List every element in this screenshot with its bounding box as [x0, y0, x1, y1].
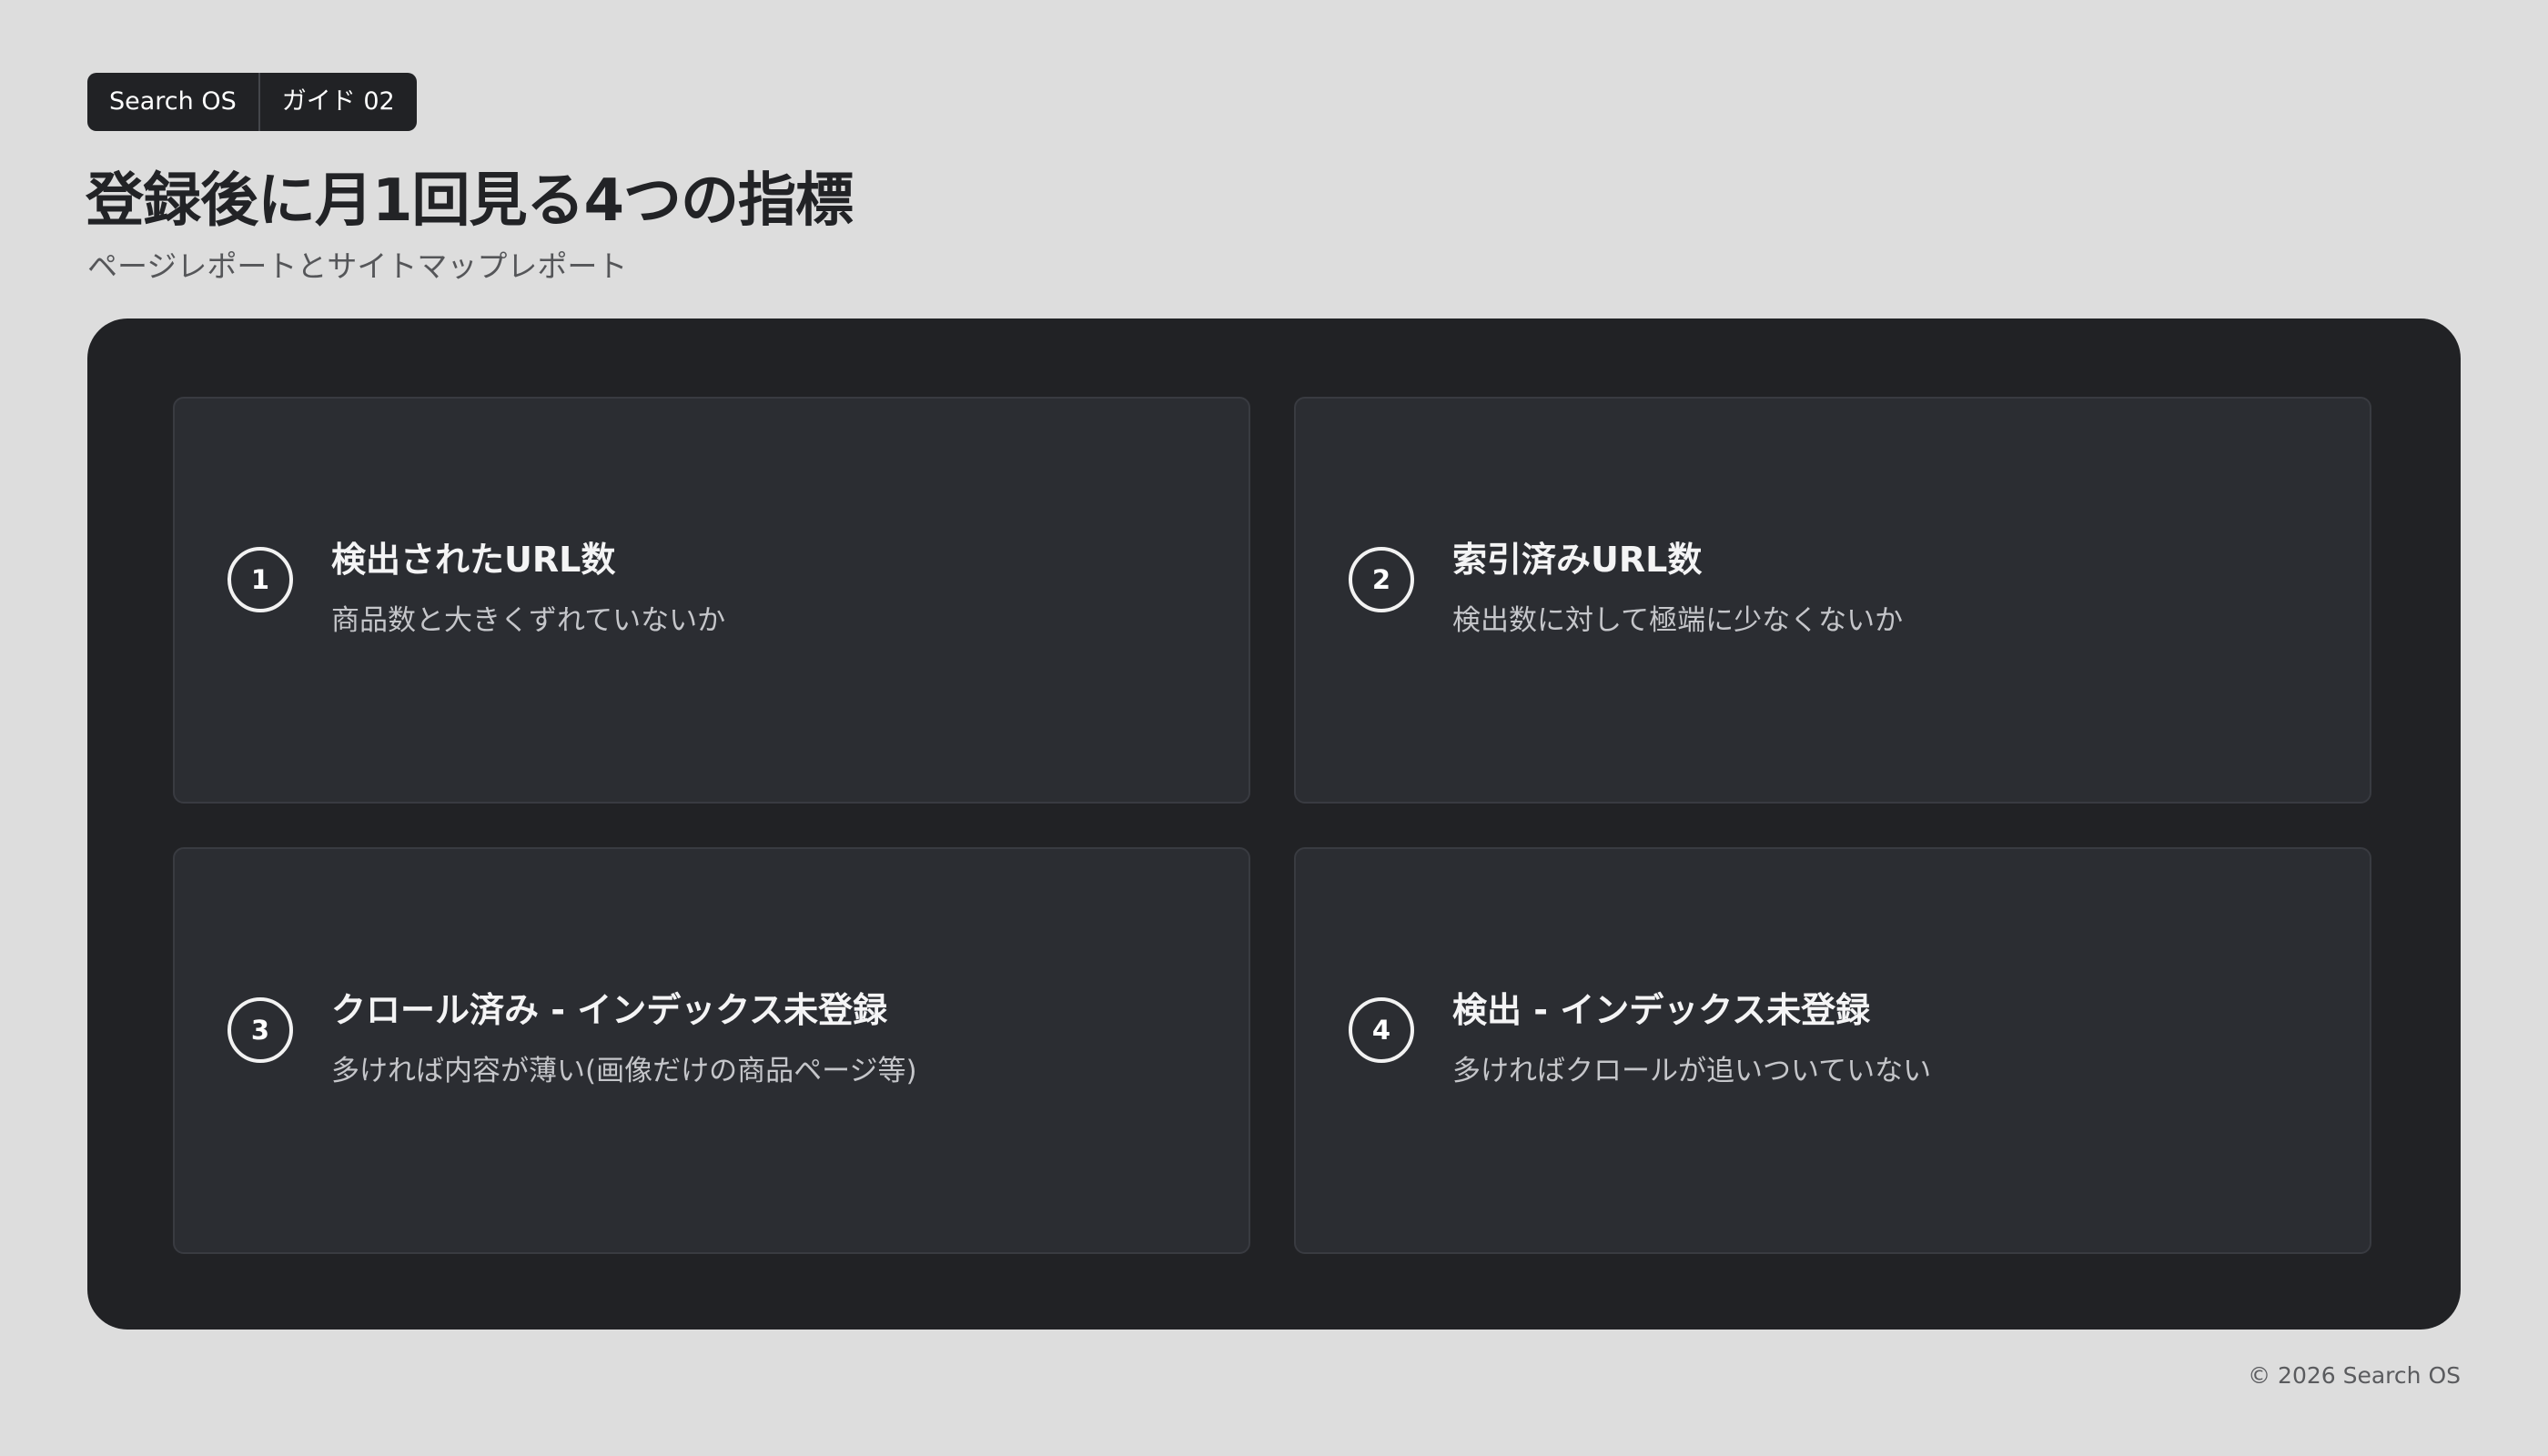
metric-number-badge: 1 — [228, 547, 293, 612]
metric-description: 商品数と大きくずれていないか — [331, 604, 726, 637]
metric-title: 索引済みURL数 — [1452, 540, 1703, 580]
metric-title: 検出 - インデックス未登録 — [1452, 990, 1871, 1030]
badge-guide-number: ガイド 02 — [281, 87, 395, 116]
metric-number-badge: 3 — [228, 997, 293, 1063]
metric-description: 多ければ内容が薄い(画像だけの商品ページ等) — [331, 1055, 917, 1087]
metric-description: 検出数に対して極端に少なくないか — [1452, 604, 1904, 637]
metric-card-4: 4 検出 - インデックス未登録 多ければクロールが追いついていない — [1294, 847, 2371, 1254]
metric-card-2: 2 索引済みURL数 検出数に対して極端に少なくないか — [1294, 397, 2371, 804]
page-subtitle: ページレポートとサイトマップレポート — [87, 248, 628, 284]
metric-title: クロール済み - インデックス未登録 — [331, 990, 888, 1030]
guide-badge: Search OS ガイド 02 — [87, 73, 417, 131]
metrics-panel: 1 検出されたURL数 商品数と大きくずれていないか 2 索引済みURL数 検出… — [87, 318, 2461, 1330]
metric-description: 多ければクロールが追いついていない — [1452, 1055, 1932, 1087]
metric-number-badge: 2 — [1349, 547, 1414, 612]
page-title: 登録後に月1回見る4つの指標 — [86, 167, 854, 235]
metric-title: 検出されたURL数 — [331, 540, 616, 580]
copyright-footer: © 2026 Search OS — [2248, 1362, 2461, 1389]
badge-brand: Search OS — [109, 87, 237, 116]
metric-card-1: 1 検出されたURL数 商品数と大きくずれていないか — [173, 397, 1250, 804]
metric-card-3: 3 クロール済み - インデックス未登録 多ければ内容が薄い(画像だけの商品ペー… — [173, 847, 1250, 1254]
metric-number-badge: 4 — [1349, 997, 1414, 1063]
